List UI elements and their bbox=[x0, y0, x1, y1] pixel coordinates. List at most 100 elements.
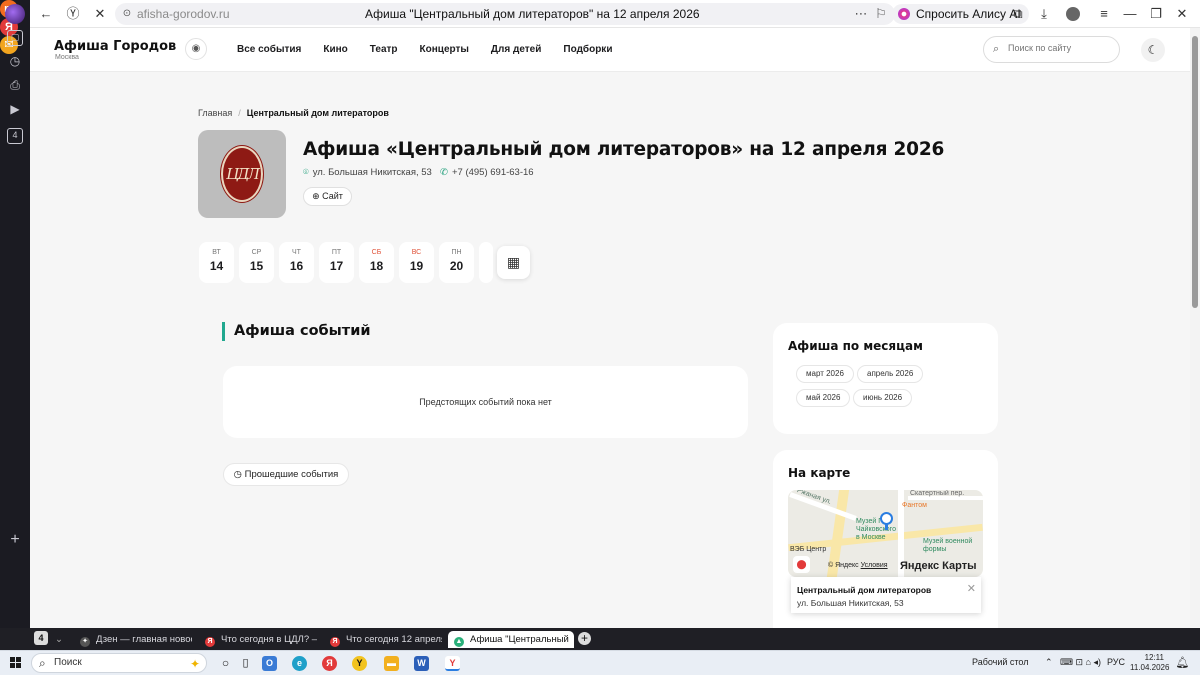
tab-count-rail-icon[interactable]: 4 bbox=[7, 128, 23, 144]
yandex-home-icon[interactable]: Ⓨ bbox=[65, 6, 81, 22]
nav-kids[interactable]: Для детей bbox=[491, 44, 541, 55]
screenshot-icon[interactable]: ⎙ bbox=[7, 77, 23, 93]
add-panel-icon[interactable]: + bbox=[7, 532, 23, 548]
map-label-phantom: Фантом bbox=[902, 502, 927, 509]
edge-app-icon[interactable]: e bbox=[292, 656, 307, 671]
map-pin-icon: ⌾ bbox=[303, 167, 309, 178]
venue-address[interactable]: ⌾ ул. Большая Никитская, 53 bbox=[303, 167, 432, 178]
back-arrow-icon[interactable]: ← bbox=[38, 6, 54, 22]
browser-logo-icon[interactable] bbox=[5, 4, 25, 24]
site-search[interactable]: ⌕ bbox=[983, 36, 1120, 63]
calendar-icon[interactable]: ▦ bbox=[497, 246, 530, 279]
date-chip[interactable]: СБ 18 bbox=[359, 242, 394, 283]
yandex-map[interactable]: Ржаная ул. Скатертный пер. Музей П.И. Ча… bbox=[788, 490, 983, 577]
new-tab-plus-icon[interactable]: + bbox=[578, 632, 591, 645]
events-section-title: Афиша событий bbox=[222, 322, 371, 341]
breadcrumb: Главная / Центральный дом литераторов bbox=[198, 108, 389, 118]
location-pin-icon[interactable]: ◉ bbox=[185, 38, 207, 60]
nav-concerts[interactable]: Концерты bbox=[420, 44, 469, 55]
date-chip[interactable]: ВС 19 bbox=[399, 242, 434, 283]
more-dots-icon[interactable]: ⋯ bbox=[853, 6, 869, 22]
nav-cinema[interactable]: Кино bbox=[323, 44, 347, 55]
download-icon[interactable]: ⤓ bbox=[1036, 6, 1052, 22]
tab-list-chevron-icon[interactable]: ⌄ bbox=[55, 631, 63, 648]
nav-collections[interactable]: Подборки bbox=[563, 44, 612, 55]
map-balloon: Центральный дом литераторов ул. Большая … bbox=[791, 577, 981, 613]
tray-chevron-icon[interactable]: ⌃ bbox=[1045, 657, 1053, 668]
yandex-browser-alt-icon[interactable]: Y bbox=[352, 656, 367, 671]
browser-tab[interactable]: ЯЧто сегодня 12 апреля в bbox=[330, 631, 442, 648]
date-chip-partial[interactable] bbox=[479, 242, 493, 283]
taskbar-clock[interactable]: 12:11 11.04.2026 bbox=[1130, 653, 1169, 673]
balloon-venue-address: ул. Большая Никитская, 53 bbox=[797, 598, 904, 608]
nav-theatre[interactable]: Театр bbox=[370, 44, 398, 55]
dark-mode-moon-icon[interactable]: ☾ bbox=[1141, 38, 1165, 62]
map-card-title: На карте bbox=[788, 466, 851, 480]
map-terms-link[interactable]: Условия bbox=[861, 562, 888, 569]
yandex-browser-active-icon[interactable]: Y bbox=[445, 656, 460, 671]
map-label-veb: ВЭБ Центр bbox=[790, 546, 827, 553]
browser-tab[interactable]: ЯЧто сегодня в ЦДЛ? — Я bbox=[205, 631, 317, 648]
balloon-close-icon[interactable]: ✕ bbox=[967, 582, 976, 595]
past-events-button[interactable]: ◷ Прошедшие события bbox=[223, 463, 349, 486]
site-button-label: Сайт bbox=[322, 191, 343, 201]
scrollbar-thumb[interactable] bbox=[1192, 36, 1198, 308]
browser-toolbar: ← Ⓨ ✕ ⊙ afisha-gorodov.ru Афиша "Централ… bbox=[30, 0, 1200, 28]
date-chip[interactable]: ПН 20 bbox=[439, 242, 474, 283]
close-tab-icon[interactable]: ✕ bbox=[92, 6, 108, 22]
month-chip[interactable]: июнь 2026 bbox=[853, 389, 913, 407]
tray-icons[interactable]: ⌨ ⊡ ⌂ ◂) bbox=[1060, 657, 1101, 668]
history-icon[interactable]: ◷ bbox=[7, 53, 23, 69]
bookmark-icon[interactable]: ⚐ bbox=[873, 6, 889, 22]
date-chip[interactable]: ПТ 17 bbox=[319, 242, 354, 283]
search-input[interactable] bbox=[1008, 43, 1113, 53]
month-chip[interactable]: апрель 2026 bbox=[857, 365, 924, 383]
map-label-museum2: Музей военной формы bbox=[923, 538, 973, 553]
nav-all-events[interactable]: Все события bbox=[237, 44, 301, 55]
phone-icon: ✆ bbox=[440, 167, 448, 178]
yandex-taskbar-icon[interactable]: Я bbox=[322, 656, 337, 671]
map-card: На карте Ржаная ул. Скатертный пер. Музе… bbox=[773, 450, 998, 628]
past-events-label: Прошедшие события bbox=[244, 469, 339, 480]
site-info-icon[interactable]: ⊙ bbox=[119, 6, 135, 22]
browser-tab-active[interactable]: ▲Афиша "Центральный✕ bbox=[448, 631, 574, 648]
restore-icon[interactable]: ❐ bbox=[1148, 6, 1164, 22]
notification-bell-icon[interactable]: 🔔︎ bbox=[1175, 656, 1190, 671]
page-scrollbar[interactable] bbox=[1190, 28, 1200, 627]
month-chip[interactable]: март 2026 bbox=[796, 365, 854, 383]
word-app-icon[interactable]: W bbox=[414, 656, 429, 671]
reader-icon[interactable]: ⧉ bbox=[1010, 6, 1026, 22]
venue-site-button[interactable]: ⊕ Сайт bbox=[303, 187, 352, 206]
address-bar[interactable]: ⊙ afisha-gorodov.ru Афиша "Центральный д… bbox=[115, 3, 895, 25]
menu-icon[interactable]: ≡ bbox=[1096, 6, 1112, 22]
tab-count-badge[interactable]: 4 bbox=[34, 631, 48, 645]
ask-alice-button[interactable]: Спросить Алису AI bbox=[892, 4, 1029, 24]
site-favicon-icon: ▲ bbox=[454, 637, 464, 647]
map-copyright: © Яндекс Условия bbox=[828, 562, 888, 569]
date-chip[interactable]: ЧТ 16 bbox=[279, 242, 314, 283]
video-icon[interactable]: ▶ bbox=[7, 101, 23, 117]
url-domain: afisha-gorodov.ru bbox=[137, 7, 230, 21]
desktop-toolbar[interactable]: Рабочий стол bbox=[972, 657, 1029, 667]
browser-tab[interactable]: ✦Дзен — главная новостн bbox=[80, 631, 192, 648]
venue-phone[interactable]: ✆ +7 (495) 691-63-16 bbox=[440, 167, 534, 178]
taskbar-search[interactable]: Поиск✦ bbox=[31, 653, 207, 673]
yandex-favicon-icon: Я bbox=[330, 637, 340, 647]
keyboard-language[interactable]: РУС bbox=[1107, 657, 1125, 667]
close-window-icon[interactable]: ✕ bbox=[1174, 6, 1190, 22]
profile-avatar[interactable] bbox=[1066, 7, 1080, 21]
yandex-maps-brand[interactable]: Яндекс Карты bbox=[900, 560, 977, 572]
breadcrumb-home[interactable]: Главная bbox=[198, 108, 232, 118]
widgets-icon[interactable]: ▯ bbox=[238, 656, 253, 671]
outlook-app-icon[interactable]: O bbox=[262, 656, 277, 671]
file-explorer-icon[interactable]: ▬ bbox=[384, 656, 399, 671]
site-brand[interactable]: Афиша Городов bbox=[54, 39, 176, 54]
map-location-icon[interactable]: ⬤ bbox=[793, 556, 810, 573]
minimize-icon[interactable]: — bbox=[1122, 6, 1138, 22]
date-chip[interactable]: СР 15 bbox=[239, 242, 274, 283]
month-chip[interactable]: май 2026 bbox=[796, 389, 851, 407]
collections-icon[interactable]: ▢ bbox=[7, 30, 23, 46]
date-chip[interactable]: ВТ 14 bbox=[199, 242, 234, 283]
windows-start-icon[interactable] bbox=[10, 657, 22, 669]
task-view-icon[interactable]: ○ bbox=[218, 656, 233, 671]
